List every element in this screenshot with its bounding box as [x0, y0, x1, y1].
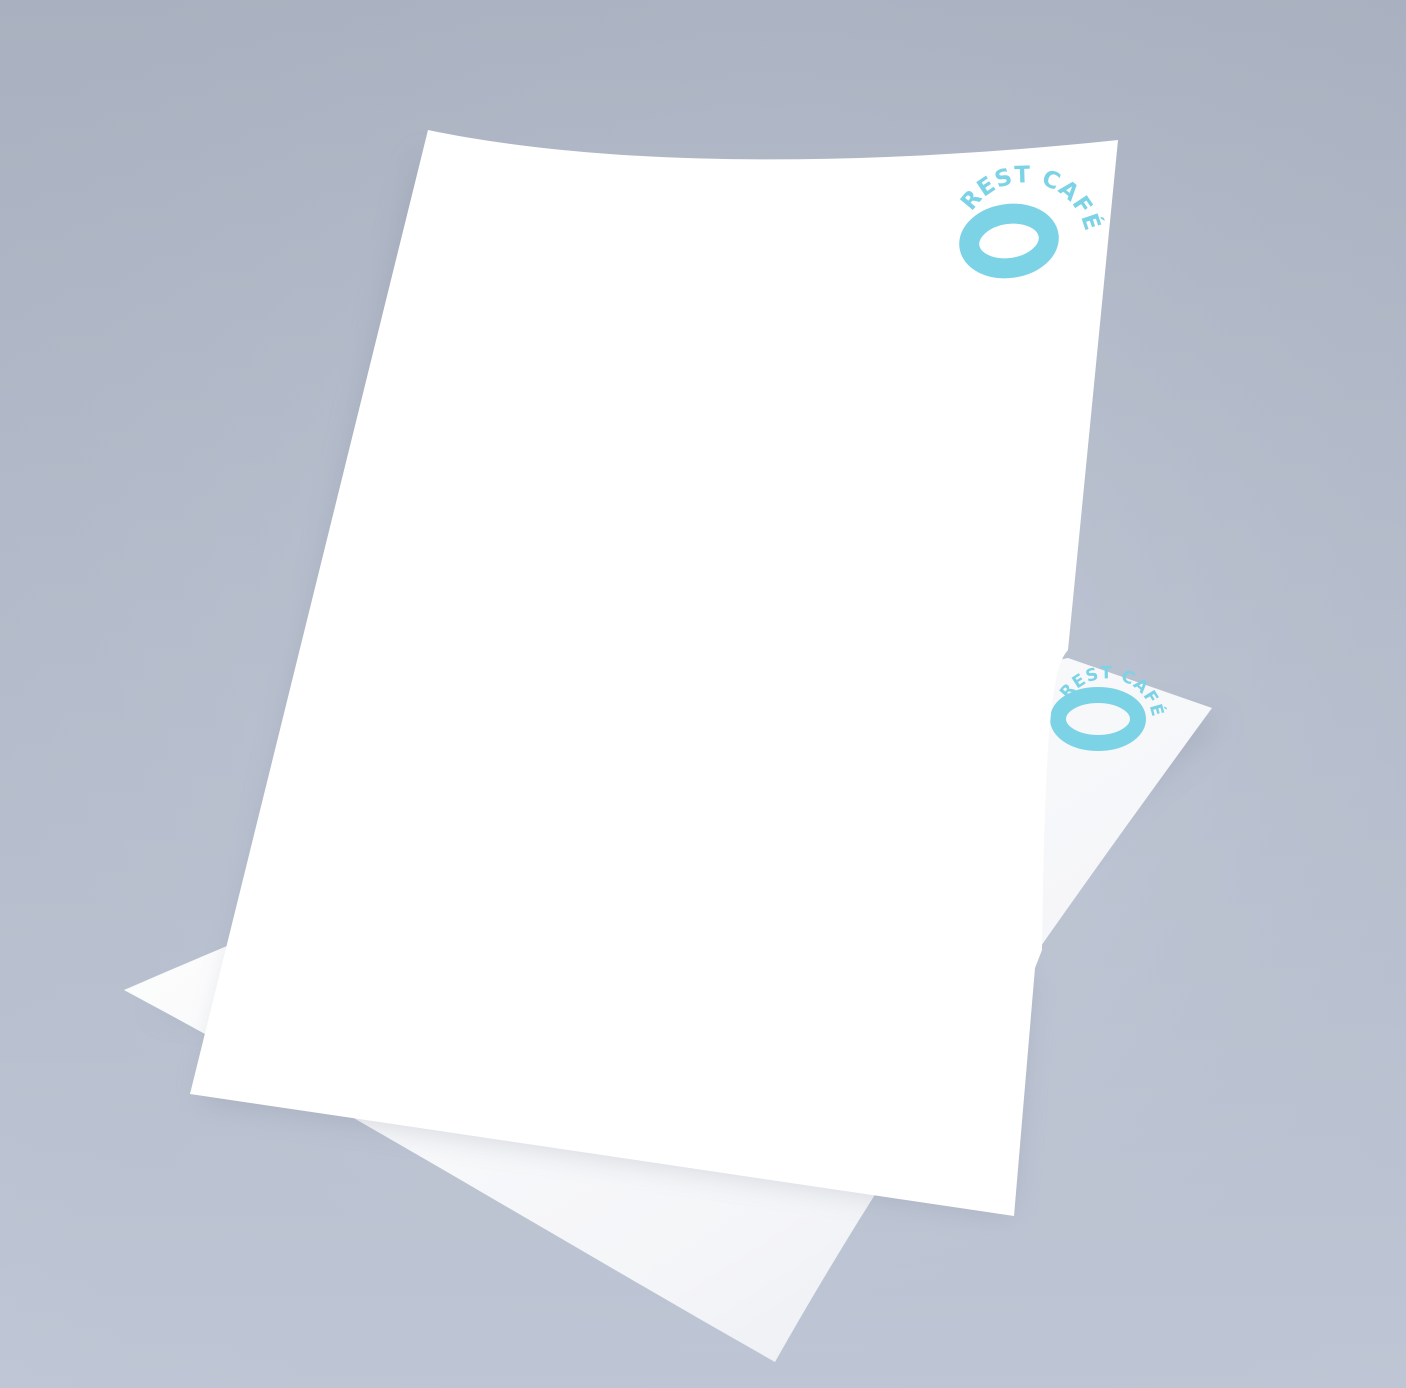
mockup-scene: REST CAFÉ REST CAFÉ [0, 0, 1406, 1388]
